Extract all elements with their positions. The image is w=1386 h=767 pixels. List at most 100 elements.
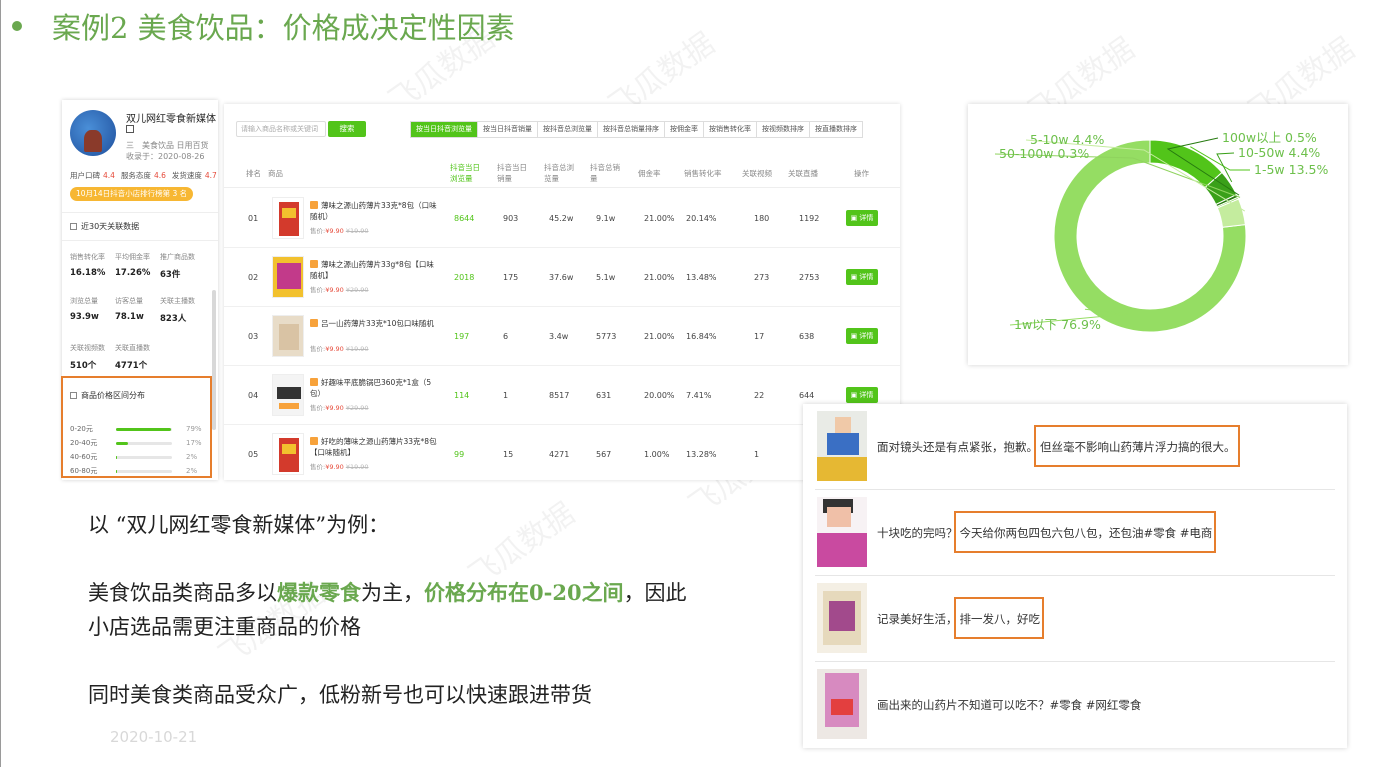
metric-lives: 关联直播数 4771个 xyxy=(115,344,150,371)
detail-button[interactable]: ▣ 详情 xyxy=(846,269,878,285)
donut-slice-label: 5-10w 4.4% xyxy=(1030,132,1104,147)
sort-tab[interactable]: 按直播数排序 xyxy=(810,122,862,137)
copy-intro: 以 “双儿网红零食新媒体”为例： xyxy=(88,513,390,537)
header-total-views[interactable]: 抖音总浏览量 xyxy=(544,158,578,188)
video-thumbnail[interactable] xyxy=(817,497,867,567)
cell-total-sales: 567 xyxy=(596,450,612,459)
detail-button[interactable]: ▣ 详情 xyxy=(846,387,878,403)
cell-total-views: 8517 xyxy=(549,391,570,400)
product-name[interactable]: 吕一山药薄片33克*10包口味随机 xyxy=(310,318,440,329)
search-input[interactable]: 请输入商品名称或关键词 xyxy=(236,121,326,137)
header-today-sales[interactable]: 抖音当日销量 xyxy=(497,158,531,188)
cell-total-views: 4271 xyxy=(549,450,570,459)
cell-total-views: 37.6w xyxy=(549,273,574,282)
video-thumbnail[interactable] xyxy=(817,411,867,481)
product-thumbnail[interactable] xyxy=(272,433,304,475)
sort-tabs: 按当日抖音浏览量 按当日抖音销量 按抖音总浏览量 按抖音总销量排序 按佣金率 按销售转化率… xyxy=(410,121,863,138)
qr-code-icon[interactable] xyxy=(126,125,134,133)
cell-today-sales: 1 xyxy=(503,391,509,400)
table-row[interactable]: 03 吕一山药薄片33克*10包口味随机 售价:¥9.90 ¥19.90 197 6 3.4… xyxy=(224,307,900,366)
table-row[interactable]: 04 好趣味平底脆锅巴360克*1盒（5包） 售价:¥9.90 ¥29.90 114 1 8… xyxy=(224,366,900,425)
header-lives[interactable]: 关联直播 xyxy=(788,158,818,188)
sort-tab[interactable]: 按当日抖音销量 xyxy=(478,122,538,137)
cell-today-views: 8644 xyxy=(454,214,475,223)
table-row[interactable]: 05 好吃的薄味之源山药薄片33克*8包【口味随机】 售价:¥9.90 ¥19.90 9… xyxy=(224,425,900,480)
header-action: 操作 xyxy=(854,168,869,178)
product-price: 售价:¥9.90 ¥19.90 xyxy=(310,227,369,235)
donut-slice[interactable] xyxy=(1149,139,1223,189)
header-product: 商品 xyxy=(268,168,283,178)
header-videos[interactable]: 关联视频 xyxy=(742,158,772,188)
product-name[interactable]: 薄味之源山药薄片33克*8包（口味随机） xyxy=(310,200,440,222)
metric-visitors: 访客总量 78.1w xyxy=(115,297,144,322)
header-conversion[interactable]: 销售转化率 xyxy=(684,158,722,188)
detail-button[interactable]: ▣ 详情 xyxy=(846,210,878,226)
panel-scrollbar[interactable] xyxy=(212,290,216,430)
copy-line-3: 小店选品需更注重商品的价格 xyxy=(88,615,361,639)
cell-lives: 2753 xyxy=(799,273,820,282)
shop-tag-icon xyxy=(310,260,318,268)
detail-button[interactable]: ▣ 详情 xyxy=(846,328,878,344)
product-name[interactable]: 好趣味平底脆锅巴360克*1盒（5包） xyxy=(310,377,440,399)
cell-total-sales: 631 xyxy=(596,391,612,400)
slide-title: 案例2 美食饮品：价格成决定性因素 xyxy=(12,6,515,46)
shop-category: 三 美食饮品 日用百货 xyxy=(126,141,209,150)
product-thumbnail[interactable] xyxy=(272,374,304,416)
metric-products: 推广商品数 63件 xyxy=(160,253,195,280)
product-price: 售价:¥9.90 ¥29.90 xyxy=(310,404,369,412)
divider xyxy=(62,240,218,241)
shop-scores: 用户口碑 4.4 服务态度 4.6 发货速度 4.7 xyxy=(70,170,217,181)
metric-conversion: 销售转化率 16.18% xyxy=(70,253,106,278)
cell-total-views: 3.4w xyxy=(549,332,569,341)
cell-today-views: 197 xyxy=(454,332,470,341)
video-thumbnail[interactable] xyxy=(817,669,867,739)
header-today-views[interactable]: 抖音当日浏览量 xyxy=(450,158,484,188)
donut-slice-label: 1w以下 76.9% xyxy=(1014,317,1101,332)
rank-badge[interactable]: 10月14日抖音小店排行榜第 3 名 xyxy=(70,187,194,201)
cell-conversion: 20.14% xyxy=(686,214,717,223)
table-row[interactable]: 01 薄味之源山药薄片33克*8包（口味随机） 售价:¥9.90 ¥19.90 8644… xyxy=(224,189,900,248)
shop-name: 双儿网红零食新媒体 xyxy=(126,114,216,125)
header-total-sales[interactable]: 抖音总销量 xyxy=(590,158,624,188)
product-name[interactable]: 好吃的薄味之源山药薄片33克*8包【口味随机】 xyxy=(310,436,440,458)
metric-hosts: 关联主播数 823人 xyxy=(160,297,195,324)
table-row[interactable]: 02 薄味之源山药薄片33g*8包【口味随机】 售价:¥9.90 ¥29.90 2018… xyxy=(224,248,900,307)
product-thumbnail[interactable] xyxy=(272,256,304,298)
row-rank: 04 xyxy=(248,391,259,400)
cell-lives: 638 xyxy=(799,332,815,341)
sort-tab[interactable]: 按佣金率 xyxy=(665,122,704,137)
score-item: 用户口碑 4.4 xyxy=(70,171,115,180)
sort-tab[interactable]: 按抖音总销量排序 xyxy=(598,122,665,137)
metric-videos: 关联视频数 510个 xyxy=(70,344,105,371)
video-thumbnail[interactable] xyxy=(817,583,867,653)
sort-tab[interactable]: 按视频数排序 xyxy=(757,122,810,137)
product-thumbnail[interactable] xyxy=(272,315,304,357)
product-table-panel: 请输入商品名称或关键词 搜索 按当日抖音浏览量 按当日抖音销量 按抖音总浏览量 按抖音… xyxy=(224,104,900,480)
slide-title-text: 案例2 美食饮品：价格成决定性因素 xyxy=(52,11,515,45)
shop-tag-icon xyxy=(310,319,318,327)
header-commission[interactable]: 佣金率 xyxy=(638,158,661,188)
sort-tab[interactable]: 按抖音总浏览量 xyxy=(538,122,598,137)
shop-tag-icon xyxy=(310,201,318,209)
metric-commission: 平均佣金率 17.26% xyxy=(115,253,151,278)
product-thumbnail[interactable] xyxy=(272,197,304,239)
recent-section-title: 近30天关联数据 xyxy=(70,221,139,232)
sort-tab[interactable]: 按销售转化率 xyxy=(704,122,757,137)
product-name[interactable]: 薄味之源山药薄片33g*8包【口味随机】 xyxy=(310,259,440,281)
cell-today-sales: 903 xyxy=(503,214,519,223)
cell-today-views: 114 xyxy=(454,391,470,400)
comment-row[interactable]: 画出来的山药片不知道可以吃不？#零食 #网红零食 xyxy=(815,662,1335,748)
highlight-box-comment xyxy=(953,511,1217,553)
row-rank: 03 xyxy=(248,332,259,341)
search-button[interactable]: 搜索 xyxy=(328,121,366,137)
donut-slice-label: 50-100w 0.3% xyxy=(999,146,1089,161)
shop-avatar xyxy=(70,110,116,156)
cell-conversion: 13.48% xyxy=(686,273,717,282)
row-rank: 02 xyxy=(248,273,259,282)
cell-commission: 20.00% xyxy=(644,391,675,400)
comment-row[interactable]: 记录美好生活， 排一发八，好吃 xyxy=(815,576,1335,662)
shop-tag-icon xyxy=(310,437,318,445)
slide-left-rule xyxy=(0,0,1,767)
sort-tab[interactable]: 按当日抖音浏览量 xyxy=(411,122,478,137)
cell-today-sales: 6 xyxy=(503,332,509,341)
